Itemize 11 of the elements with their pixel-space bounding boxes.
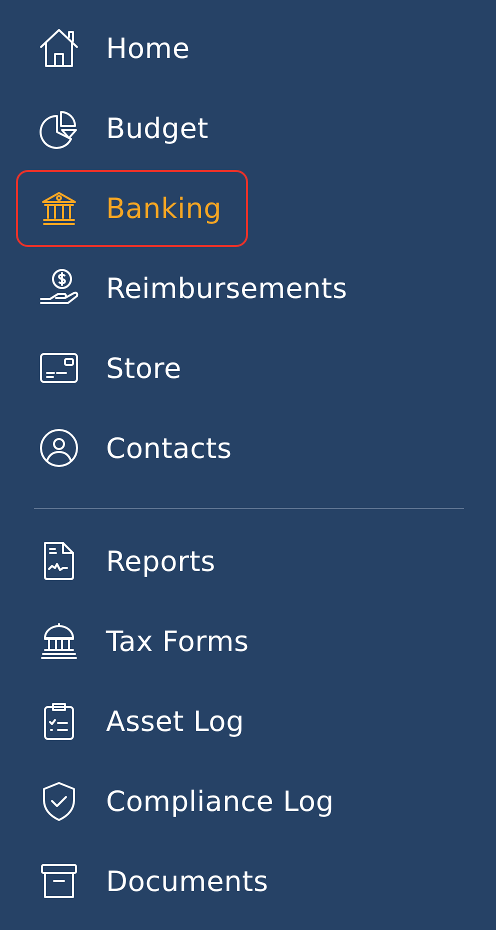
nav-item[interactable]: Home — [16, 10, 216, 86]
nav-item[interactable]: Store — [16, 330, 208, 406]
nav-item[interactable]: Reimbursements — [16, 250, 374, 326]
nav-item[interactable]: Reports — [16, 522, 242, 600]
nav-item[interactable]: Contacts — [16, 410, 258, 486]
nav-item[interactable]: Documents — [16, 842, 294, 920]
nav-item[interactable]: Budget — [16, 90, 235, 166]
nav-item[interactable]: Banking — [16, 170, 248, 246]
nav-item[interactable]: Compliance Log — [16, 762, 360, 840]
nav-item[interactable]: Tax Forms — [16, 602, 275, 680]
nav-item[interactable]: Asset Log — [16, 682, 270, 760]
